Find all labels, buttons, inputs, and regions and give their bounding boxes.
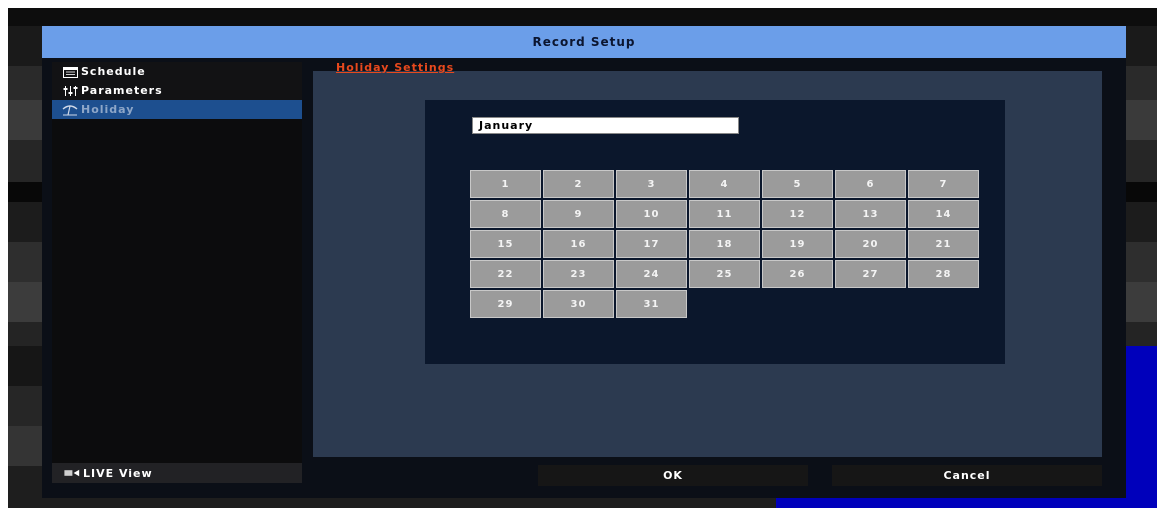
day-cell[interactable]: 5 xyxy=(762,170,833,198)
section-title: Holiday Settings xyxy=(336,61,455,74)
day-cell[interactable]: 29 xyxy=(470,290,541,318)
day-cell[interactable]: 22 xyxy=(470,260,541,288)
day-cell[interactable]: 16 xyxy=(543,230,614,258)
day-cell[interactable]: 19 xyxy=(762,230,833,258)
holiday-icon xyxy=(62,104,78,116)
day-cell[interactable]: 1 xyxy=(470,170,541,198)
day-cell[interactable]: 11 xyxy=(689,200,760,228)
day-cell[interactable]: 24 xyxy=(616,260,687,288)
day-cell[interactable]: 21 xyxy=(908,230,979,258)
sidebar-item-parameters[interactable]: Parameters xyxy=(52,81,302,100)
day-cell[interactable]: 13 xyxy=(835,200,906,228)
day-cell[interactable]: 2 xyxy=(543,170,614,198)
day-cell[interactable]: 10 xyxy=(616,200,687,228)
day-cell[interactable]: 3 xyxy=(616,170,687,198)
sidebar-item-label: Schedule xyxy=(81,65,146,78)
dialog-title: Record Setup xyxy=(42,26,1126,58)
day-cell[interactable]: 6 xyxy=(835,170,906,198)
sidebar-item-schedule[interactable]: Schedule xyxy=(52,62,302,81)
day-grid: 1 2 3 4 5 6 7 8 9 10 11 12 13 14 15 16 17 18 19 20 21 22 23 24 2… xyxy=(470,170,979,318)
day-cell[interactable]: 14 xyxy=(908,200,979,228)
day-cell[interactable]: 18 xyxy=(689,230,760,258)
day-cell[interactable]: 31 xyxy=(616,290,687,318)
calendar-box: January 1 2 3 4 5 6 7 8 9 10 11 12 13 14 15 16 17 18 19 20 2… xyxy=(425,100,1005,364)
sidebar: Schedule Parameters Holiday xyxy=(52,62,302,483)
day-cell[interactable]: 26 xyxy=(762,260,833,288)
day-cell[interactable]: 27 xyxy=(835,260,906,288)
day-cell[interactable]: 4 xyxy=(689,170,760,198)
live-view-label: LIVE View xyxy=(83,466,153,480)
holiday-settings-panel: January 1 2 3 4 5 6 7 8 9 10 11 12 13 14 15 16 17 18 19 20 2… xyxy=(313,71,1102,457)
day-cell[interactable]: 8 xyxy=(470,200,541,228)
day-cell[interactable]: 15 xyxy=(470,230,541,258)
day-cell[interactable]: 9 xyxy=(543,200,614,228)
cancel-button[interactable]: Cancel xyxy=(832,465,1102,486)
ok-button[interactable]: OK xyxy=(538,465,808,486)
month-select[interactable]: January xyxy=(472,117,739,134)
day-cell[interactable]: 28 xyxy=(908,260,979,288)
live-view-icon xyxy=(64,467,80,479)
day-cell[interactable]: 20 xyxy=(835,230,906,258)
dropdown-arrow-icon[interactable] xyxy=(722,121,734,128)
day-cell[interactable]: 30 xyxy=(543,290,614,318)
record-setup-dialog: Record Setup Schedule Parameters Holiday… xyxy=(42,26,1126,498)
live-view-button[interactable]: LIVE View xyxy=(52,463,302,483)
day-cell[interactable]: 17 xyxy=(616,230,687,258)
sidebar-item-label: Holiday xyxy=(81,103,135,116)
month-select-value: January xyxy=(479,119,534,132)
sliders-icon xyxy=(62,85,78,97)
day-cell[interactable]: 7 xyxy=(908,170,979,198)
day-cell[interactable]: 12 xyxy=(762,200,833,228)
day-cell[interactable]: 23 xyxy=(543,260,614,288)
day-cell[interactable]: 25 xyxy=(689,260,760,288)
calendar-icon xyxy=(62,66,78,78)
sidebar-item-label: Parameters xyxy=(81,84,163,97)
sidebar-item-holiday[interactable]: Holiday xyxy=(52,100,302,119)
